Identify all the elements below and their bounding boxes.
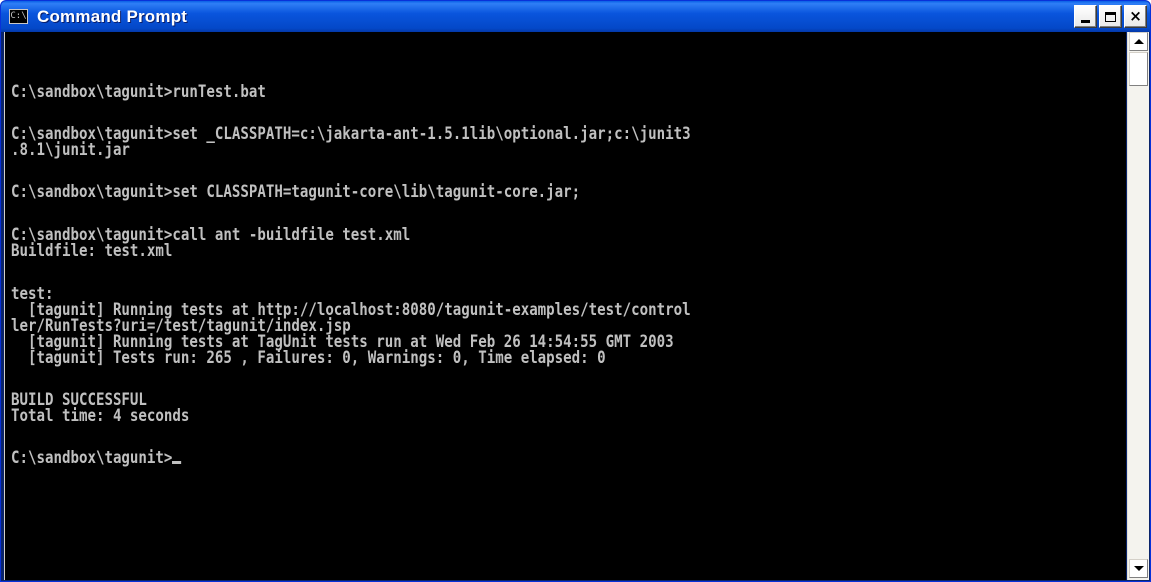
scroll-up-arrow-icon xyxy=(1133,39,1144,44)
scroll-down-button[interactable] xyxy=(1129,559,1148,578)
console-line: Total time: 4 seconds xyxy=(11,406,190,426)
maximize-button[interactable] xyxy=(1099,5,1122,28)
console-line: C:\sandbox\tagunit>runTest.bat xyxy=(11,82,266,102)
command-prompt-window: C:\ Command Prompt × C:\sandbox\tagunit>… xyxy=(0,0,1151,582)
maximize-icon xyxy=(1105,11,1116,22)
console-line: C:\sandbox\tagunit>set CLASSPATH=tagunit… xyxy=(11,182,581,202)
console-line: [tagunit] Tests run: 265 , Failures: 0, … xyxy=(11,348,606,368)
scroll-down-arrow-icon xyxy=(1133,566,1144,571)
close-button[interactable]: × xyxy=(1124,5,1147,28)
prompt-text: C:\sandbox\tagunit> xyxy=(11,448,173,468)
console-line: Buildfile: test.xml xyxy=(11,241,173,261)
console-output[interactable]: C:\sandbox\tagunit>runTest.bat C:\sandbo… xyxy=(4,32,1126,580)
window-controls: × xyxy=(1074,5,1147,28)
minimize-icon xyxy=(1081,20,1090,23)
text-cursor xyxy=(172,461,182,464)
close-icon: × xyxy=(1129,7,1142,25)
console-line: .8.1\junit.jar xyxy=(11,140,130,160)
console-prompt-line[interactable]: C:\sandbox\tagunit> xyxy=(11,448,182,468)
vertical-scrollbar[interactable] xyxy=(1127,32,1149,580)
minimize-button[interactable] xyxy=(1074,5,1097,28)
window-title: Command Prompt xyxy=(37,6,188,26)
title-bar[interactable]: C:\ Command Prompt × xyxy=(1,1,1150,32)
scroll-up-button[interactable] xyxy=(1129,32,1148,51)
command-prompt-icon[interactable]: C:\ xyxy=(9,9,28,24)
scrollbar-thumb[interactable] xyxy=(1129,52,1148,86)
